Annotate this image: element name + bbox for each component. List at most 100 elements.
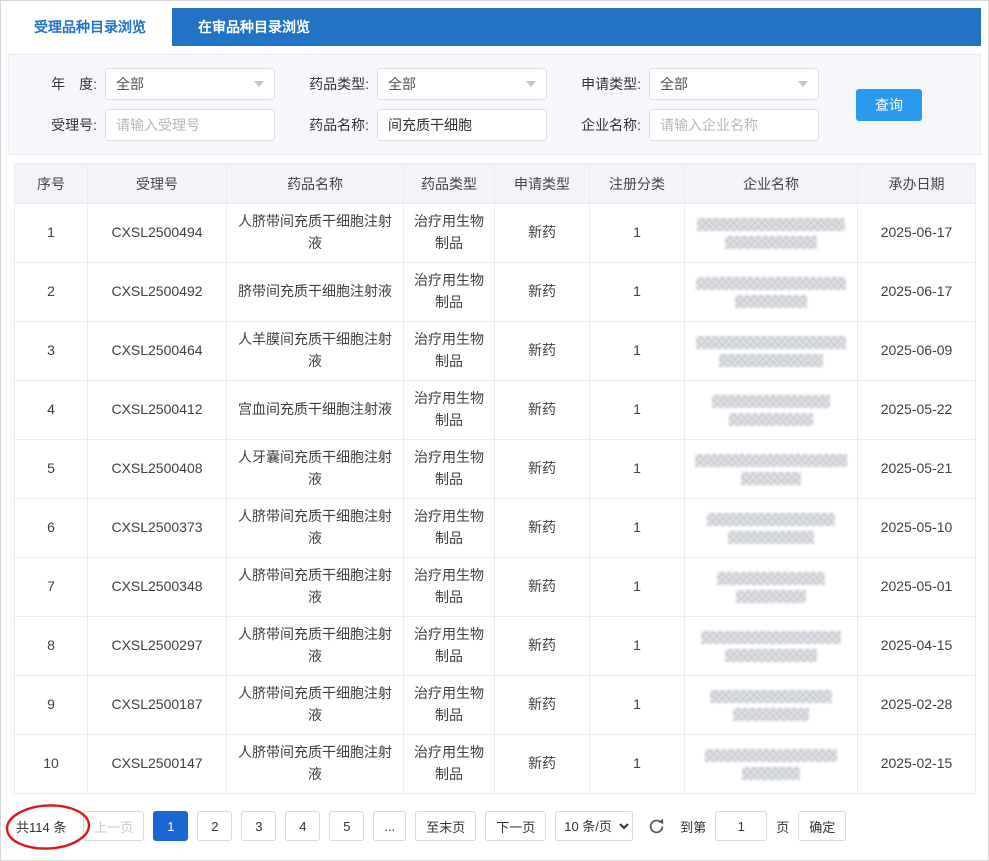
table-body: 1CXSL2500494人脐带间充质干细胞注射液治疗用生物制品新药12025-0… bbox=[15, 204, 976, 794]
page-button-5[interactable]: 5 bbox=[329, 811, 364, 841]
cell-drug-name: 人羊膜间充质干细胞注射液 bbox=[227, 322, 404, 381]
cell-date: 2025-05-01 bbox=[858, 558, 976, 617]
cell-index: 6 bbox=[15, 499, 88, 558]
company-input[interactable] bbox=[649, 109, 819, 141]
cell-drug-type: 治疗用生物制品 bbox=[404, 381, 495, 440]
filter-apply-type: 申请类型: 全部 bbox=[569, 68, 819, 100]
cell-drug-type: 治疗用生物制品 bbox=[404, 735, 495, 794]
filter-acceptance-no: 受理号: bbox=[25, 109, 275, 141]
cell-company-redacted bbox=[685, 322, 858, 381]
cell-drug-name: 人脐带间充质干细胞注射液 bbox=[227, 499, 404, 558]
cell-apply-type: 新药 bbox=[495, 263, 590, 322]
cell-date: 2025-05-21 bbox=[858, 440, 976, 499]
header-apply-type: 申请类型 bbox=[495, 164, 590, 204]
header-drug-type: 药品类型 bbox=[404, 164, 495, 204]
cell-apply-type: 新药 bbox=[495, 735, 590, 794]
drug-name-input[interactable] bbox=[377, 109, 547, 141]
cell-date: 2025-05-10 bbox=[858, 499, 976, 558]
results-table-wrap: 序号 受理号 药品名称 药品类型 申请类型 注册分类 企业名称 承办日期 1CX… bbox=[14, 163, 975, 794]
chevron-down-icon bbox=[526, 81, 536, 87]
filter-row-2: 受理号: 药品名称: 企业名称: bbox=[25, 109, 964, 141]
cell-apply-type: 新药 bbox=[495, 440, 590, 499]
search-button[interactable]: 查询 bbox=[856, 89, 922, 121]
header-drug-name: 药品名称 bbox=[227, 164, 404, 204]
page-button-1[interactable]: 1 bbox=[153, 811, 188, 841]
cell-date: 2025-06-09 bbox=[858, 322, 976, 381]
cell-drug-name: 人脐带间充质干细胞注射液 bbox=[227, 676, 404, 735]
table-row: 5CXSL2500408人牙囊间充质干细胞注射液治疗用生物制品新药12025-0… bbox=[15, 440, 976, 499]
apply-type-select[interactable]: 全部 bbox=[649, 68, 819, 100]
page-button-3[interactable]: 3 bbox=[241, 811, 276, 841]
company-redacted-mosaic bbox=[717, 572, 825, 585]
table-row: 8CXSL2500297人脐带间充质干细胞注射液治疗用生物制品新药12025-0… bbox=[15, 617, 976, 676]
cell-reg-class: 1 bbox=[590, 263, 685, 322]
prev-page-button[interactable]: 上一页 bbox=[83, 811, 144, 841]
drug-type-select[interactable]: 全部 bbox=[377, 68, 547, 100]
filter-row-1: 年 度: 全部 药品类型: 全部 申请类型: 全部 bbox=[25, 68, 964, 100]
company-redacted-mosaic bbox=[728, 531, 814, 544]
chevron-down-icon bbox=[254, 81, 264, 87]
company-redacted-mosaic bbox=[736, 590, 806, 603]
cell-date: 2025-06-17 bbox=[858, 263, 976, 322]
header-acceptance-no: 受理号 bbox=[88, 164, 227, 204]
cell-acceptance-no: CXSL2500464 bbox=[88, 322, 227, 381]
year-select[interactable]: 全部 bbox=[105, 68, 275, 100]
drug-type-label: 药品类型: bbox=[297, 74, 369, 94]
table-row: 2CXSL2500492脐带间充质干细胞注射液治疗用生物制品新药12025-06… bbox=[15, 263, 976, 322]
page-size-select[interactable]: 10 条/页 bbox=[555, 811, 633, 841]
filter-company: 企业名称: bbox=[569, 109, 819, 141]
confirm-button[interactable]: 确定 bbox=[798, 811, 846, 841]
cell-date: 2025-05-22 bbox=[858, 381, 976, 440]
cell-drug-type: 治疗用生物制品 bbox=[404, 440, 495, 499]
table-header-row: 序号 受理号 药品名称 药品类型 申请类型 注册分类 企业名称 承办日期 bbox=[15, 164, 976, 204]
cell-company-redacted bbox=[685, 676, 858, 735]
ellipsis-page-button[interactable]: ... bbox=[373, 811, 406, 841]
cell-acceptance-no: CXSL2500187 bbox=[88, 676, 227, 735]
total-count-wrap: 共114 条 bbox=[14, 817, 66, 836]
header-company: 企业名称 bbox=[685, 164, 858, 204]
cell-index: 9 bbox=[15, 676, 88, 735]
table-row: 1CXSL2500494人脐带间充质干细胞注射液治疗用生物制品新药12025-0… bbox=[15, 204, 976, 263]
page-button-4[interactable]: 4 bbox=[285, 811, 320, 841]
cell-date: 2025-04-15 bbox=[858, 617, 976, 676]
company-redacted-mosaic bbox=[697, 218, 845, 231]
chevron-down-icon bbox=[798, 81, 808, 87]
company-redacted-mosaic bbox=[742, 767, 800, 780]
page-button-2[interactable]: 2 bbox=[197, 811, 232, 841]
cell-drug-name: 人脐带间充质干细胞注射液 bbox=[227, 617, 404, 676]
cell-reg-class: 1 bbox=[590, 735, 685, 794]
cell-reg-class: 1 bbox=[590, 499, 685, 558]
company-label: 企业名称: bbox=[569, 115, 641, 135]
cell-index: 3 bbox=[15, 322, 88, 381]
cell-reg-class: 1 bbox=[590, 617, 685, 676]
table-row: 10CXSL2500147人脐带间充质干细胞注射液治疗用生物制品新药12025-… bbox=[15, 735, 976, 794]
next-page-button[interactable]: 下一页 bbox=[485, 811, 546, 841]
cell-apply-type: 新药 bbox=[495, 381, 590, 440]
cell-reg-class: 1 bbox=[590, 322, 685, 381]
company-redacted-mosaic bbox=[735, 295, 807, 308]
cell-drug-type: 治疗用生物制品 bbox=[404, 558, 495, 617]
tab-bar: 受理品种目录浏览 在审品种目录浏览 bbox=[8, 8, 981, 46]
goto-suffix: 页 bbox=[776, 817, 789, 836]
company-redacted-mosaic bbox=[695, 454, 847, 467]
table-row: 7CXSL2500348人脐带间充质干细胞注射液治疗用生物制品新药12025-0… bbox=[15, 558, 976, 617]
cell-drug-name: 脐带间充质干细胞注射液 bbox=[227, 263, 404, 322]
year-select-value: 全部 bbox=[116, 74, 144, 94]
goto-page-input[interactable] bbox=[715, 811, 767, 841]
acceptance-no-label: 受理号: bbox=[25, 115, 97, 135]
cell-index: 7 bbox=[15, 558, 88, 617]
cell-reg-class: 1 bbox=[590, 381, 685, 440]
cell-apply-type: 新药 bbox=[495, 499, 590, 558]
tab-under-review-catalog[interactable]: 在审品种目录浏览 bbox=[172, 8, 336, 46]
company-redacted-mosaic bbox=[701, 631, 841, 644]
cell-company-redacted bbox=[685, 204, 858, 263]
acceptance-no-input[interactable] bbox=[105, 109, 275, 141]
company-redacted-mosaic bbox=[705, 749, 837, 762]
last-page-button[interactable]: 至末页 bbox=[415, 811, 476, 841]
company-redacted-mosaic bbox=[729, 413, 813, 426]
tab-accepted-catalog[interactable]: 受理品种目录浏览 bbox=[8, 8, 172, 46]
total-count: 共114 条 bbox=[16, 820, 66, 835]
refresh-icon[interactable] bbox=[645, 815, 668, 838]
page-buttons: 12345 bbox=[153, 811, 364, 841]
cell-apply-type: 新药 bbox=[495, 322, 590, 381]
